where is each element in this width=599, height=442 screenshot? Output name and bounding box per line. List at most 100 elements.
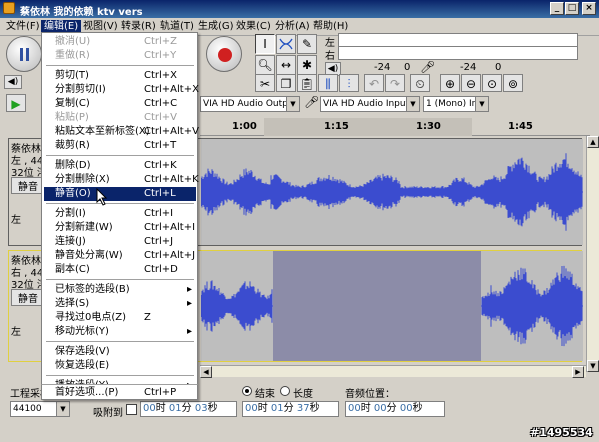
menu-item-find-zero-crossings[interactable]: 寻找过0电点(Z) Z [44, 311, 196, 325]
vertical-scrollbar[interactable]: ▲ ▼ [586, 136, 599, 372]
menu-item-trim[interactable]: 裁剪(R) Ctrl+T [44, 139, 196, 153]
menu-item-labeled-regions[interactable]: 已标签的选段(B) ▸ [44, 283, 196, 297]
fit-project-icon[interactable]: ⊚ [503, 74, 523, 92]
menu-separator [46, 341, 194, 342]
draw-tool-icon[interactable]: ✎ [297, 34, 317, 54]
pause-button[interactable] [6, 36, 42, 72]
watermark: #1495534 [530, 426, 593, 439]
horizontal-scrollbar[interactable]: ◀ ▶ [200, 365, 586, 378]
fit-selection-icon[interactable]: ⊙ [482, 74, 502, 92]
selection-end-time[interactable]: 00时 01分 37秒 [242, 401, 339, 417]
unit-hours: 时 [360, 403, 371, 414]
output-meter-left[interactable] [338, 33, 578, 47]
scroll-left-icon[interactable]: ◀ [200, 366, 212, 378]
snap-to-label: 吸附到 [93, 408, 123, 419]
close-button[interactable]: × [582, 2, 596, 15]
title-bar: 蔡依林 我的依赖 ktv vers _ □ × [0, 0, 599, 18]
menu-generate[interactable]: 生成(G) [195, 20, 237, 34]
redo-icon[interactable]: ↷ [385, 74, 405, 92]
time-seconds: 37 [296, 403, 310, 414]
audio-position-time[interactable]: 00时 00分 00秒 [345, 401, 445, 417]
waveform-left[interactable] [200, 139, 583, 245]
record-button[interactable] [206, 36, 242, 72]
input-device-select[interactable]: VIA HD Audio Input: ▼ [320, 96, 420, 112]
menu-item-silence[interactable]: 静音(O) Ctrl+L [44, 187, 196, 201]
snap-to-checkbox[interactable] [126, 404, 137, 415]
trim-icon[interactable]: ⫼ [318, 74, 338, 92]
menu-item-delete[interactable]: 删除(D) Ctrl+K [44, 159, 196, 173]
ruler-tick: 1:30 [416, 121, 441, 132]
minimize-button[interactable]: _ [550, 2, 564, 15]
menu-item-cut[interactable]: 剪切(T) Ctrl+X [44, 69, 196, 83]
scroll-up-icon[interactable]: ▲ [587, 136, 599, 148]
unit-hours: 时 [257, 403, 268, 414]
timeline-ruler[interactable]: 1:00 1:15 1:30 1:45 [200, 118, 590, 136]
zoom-in-icon[interactable]: ⊕ [440, 74, 460, 92]
copy-icon[interactable]: ❐ [276, 74, 296, 92]
speaker-small-icon[interactable]: ◀) [4, 75, 22, 89]
zoom-tool-icon[interactable]: 🔍︎ [255, 55, 275, 75]
paste-icon[interactable]: 📋︎ [297, 74, 317, 92]
radio-end[interactable] [242, 386, 252, 396]
menu-item-redo[interactable]: 重做(R) Ctrl+Y [44, 49, 196, 63]
submenu-arrow-icon: ▸ [186, 284, 192, 295]
time-hours: 00 [143, 403, 156, 414]
submenu-arrow-icon: ▸ [186, 298, 192, 309]
chevron-down-icon: ▼ [406, 97, 419, 111]
input-channels-select[interactable]: 1 (Mono) Inpu ▼ [423, 96, 489, 112]
radio-length[interactable] [280, 386, 290, 396]
output-meter-right[interactable] [338, 46, 578, 60]
scroll-right-icon[interactable]: ▶ [572, 366, 584, 378]
time-hours: 00 [348, 403, 361, 414]
silence-icon[interactable]: ⫶ [339, 74, 359, 92]
menu-item-split-cut[interactable]: 分割剪切(I) Ctrl+Alt+X [44, 83, 199, 97]
cut-icon[interactable]: ✂ [255, 74, 275, 92]
menu-item-split-new[interactable]: 分割新建(W) Ctrl+Alt+I [44, 221, 196, 235]
maximize-button[interactable]: □ [565, 2, 579, 15]
menu-item-detach-at-silences[interactable]: 静音处分离(W) Ctrl+Alt+J [44, 249, 196, 263]
menu-item-paste-text-label[interactable]: 粘贴文本至新标签(X) Ctrl+Alt+V [44, 125, 199, 139]
menu-analyze[interactable]: 分析(A) [272, 20, 313, 34]
menu-item-move-cursor[interactable]: 移动光标(Y) ▸ [44, 325, 196, 339]
envelope-tool-icon[interactable] [276, 34, 296, 54]
menu-effect[interactable]: 效果(C) [233, 20, 274, 34]
menu-item-join[interactable]: 连接(J) Ctrl+J [44, 235, 196, 249]
unit-seconds: 秒 [207, 403, 218, 414]
output-device-select[interactable]: VIA HD Audio Outpu ▼ [200, 96, 300, 112]
menu-help[interactable]: 帮助(H) [310, 20, 351, 34]
timeshift-tool-icon[interactable]: ↔ [276, 55, 296, 75]
audio-position-label: 音频位置： [345, 389, 395, 400]
selection-tool-icon[interactable]: I [255, 34, 275, 54]
output-device-value: VIA HD Audio Outpu [203, 99, 294, 109]
mute-button[interactable]: 静音 [11, 289, 45, 306]
scroll-down-icon[interactable]: ▼ [587, 360, 599, 372]
input-device-value: VIA HD Audio Input: [323, 99, 413, 109]
waveform-right[interactable] [200, 251, 583, 361]
unit-minutes: 分 [181, 403, 192, 414]
menu-item-split[interactable]: 分割(I) Ctrl+I [44, 207, 196, 221]
ruler-tick: 1:00 [232, 121, 257, 132]
menu-item-save-selection[interactable]: 保存选段(V) [44, 345, 196, 359]
menu-item-paste[interactable]: 粘贴(P) Ctrl+V [44, 111, 196, 125]
menu-file[interactable]: 文件(F) [3, 20, 43, 34]
undo-icon[interactable]: ↶ [364, 74, 384, 92]
play-button[interactable]: ▶ [6, 94, 26, 112]
menu-item-split-delete[interactable]: 分割删除(X) Ctrl+Alt+K [44, 173, 199, 187]
meter-right-label: 右 [325, 51, 335, 62]
time-minutes: 01 [270, 403, 284, 414]
menu-separator [46, 279, 194, 280]
menu-item-duplicate[interactable]: 副本(C) Ctrl+D [44, 263, 196, 277]
sync-lock-icon[interactable]: ⏲ [410, 74, 430, 92]
multi-tool-icon[interactable]: ✱ [297, 55, 317, 75]
unit-seconds: 秒 [309, 403, 320, 414]
selection-start-time[interactable]: 00时 01分 03秒 [140, 401, 237, 417]
zoom-out-icon[interactable]: ⊖ [461, 74, 481, 92]
menu-item-restore-selection[interactable]: 恢复选段(E) [44, 359, 196, 373]
project-rate-select[interactable]: 44100 ▼ [10, 401, 70, 417]
mute-button[interactable]: 静音 [11, 177, 45, 194]
menu-item-undo[interactable]: 撤消(U) Ctrl+Z [44, 35, 196, 49]
menu-item-select[interactable]: 选择(S) ▸ [44, 297, 196, 311]
mic-icon[interactable]: 🎤︎ [420, 60, 435, 74]
menu-item-preferences[interactable]: 首好选项...(P) Ctrl+P [44, 386, 196, 400]
menu-item-copy[interactable]: 复制(C) Ctrl+C [44, 97, 196, 111]
